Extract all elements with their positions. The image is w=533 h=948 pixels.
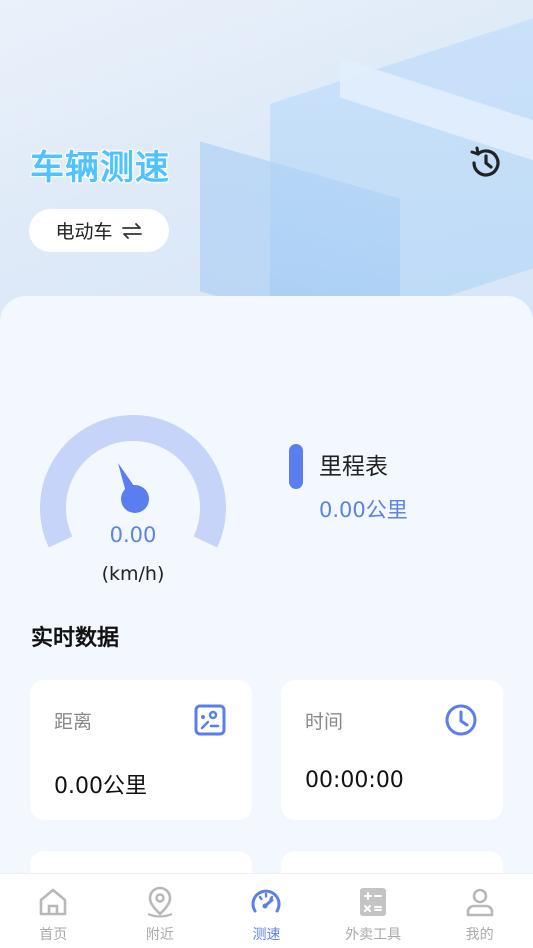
speedometer-icon: [252, 889, 281, 913]
map-icon: [194, 704, 226, 736]
location-pin-icon: [147, 886, 173, 918]
speed-unit: (km/h): [101, 563, 165, 585]
tab-delivery-tools[interactable]: 外卖工具: [320, 874, 427, 948]
speed-value: 0.00: [109, 523, 157, 547]
odometer-marker: [289, 444, 303, 489]
clock-icon: [445, 704, 477, 736]
swap-icon: [121, 222, 142, 239]
distance-value: 0.00公里: [54, 774, 147, 799]
page-title: 车辆测速: [30, 148, 170, 188]
time-value: 00:00:00: [305, 768, 404, 793]
odometer-label: 里程表: [319, 454, 388, 480]
tab-home[interactable]: 首页: [0, 874, 107, 948]
tab-label: 我的: [465, 927, 494, 943]
time-label: 时间: [305, 711, 344, 733]
speedometer-hub: [121, 485, 149, 513]
time-tile: 时间 00:00:00: [281, 680, 503, 820]
tab-nearby[interactable]: 附近: [107, 874, 214, 948]
home-icon: [39, 888, 67, 916]
tab-label: 外卖工具: [345, 927, 402, 943]
realtime-section-title: 实时数据: [31, 626, 120, 651]
bottom-tab-bar: 首页 附近 测速 外卖工具 我的: [0, 873, 533, 948]
tab-label: 附近: [145, 927, 174, 943]
tab-label: 首页: [39, 927, 68, 943]
vehicle-type-selector[interactable]: 电动车: [29, 209, 169, 252]
odometer-value: 0.00公里: [319, 498, 408, 522]
calculator-icon: [360, 888, 387, 916]
tab-mine[interactable]: 我的: [426, 874, 533, 948]
tab-label: 测速: [252, 927, 281, 943]
distance-label: 距离: [54, 711, 93, 733]
history-icon[interactable]: [466, 143, 506, 183]
distance-tile: 距离 0.00公里: [30, 680, 252, 820]
vehicle-type-label: 电动车: [55, 221, 113, 243]
user-icon: [466, 888, 493, 917]
tab-speed[interactable]: 测速: [213, 874, 320, 948]
